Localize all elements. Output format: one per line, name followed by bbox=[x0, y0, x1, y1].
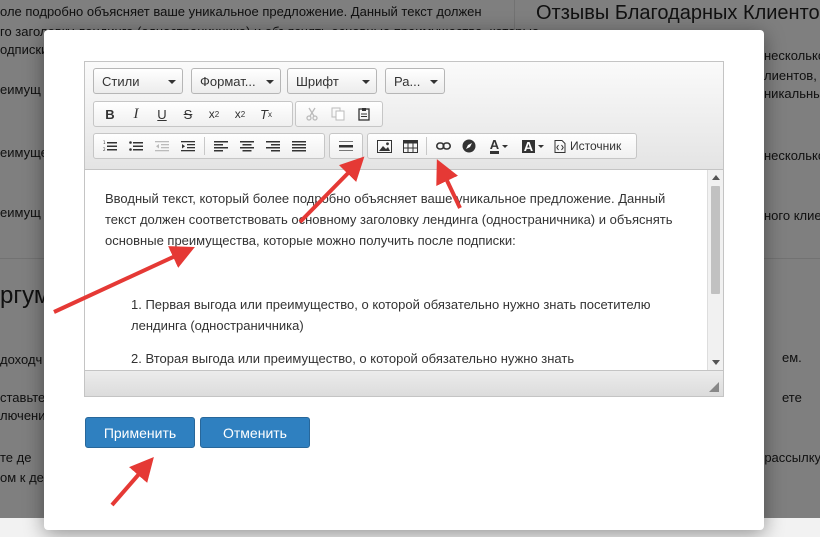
editor-content-area[interactable]: Вводный текст, который более подробно об… bbox=[85, 170, 707, 370]
text-color-button[interactable]: A bbox=[482, 135, 516, 157]
insert-link-button[interactable] bbox=[430, 135, 456, 157]
numbered-list-icon: 12 bbox=[103, 140, 117, 152]
styles-combo[interactable]: Стили bbox=[93, 68, 183, 94]
bold-button[interactable]: B bbox=[97, 103, 123, 125]
bullet-list-icon bbox=[129, 141, 143, 151]
format-combo-label: Формат... bbox=[200, 73, 256, 89]
copy-button[interactable] bbox=[325, 103, 351, 125]
font-combo[interactable]: Шрифт bbox=[287, 68, 377, 94]
horizontal-line-button[interactable] bbox=[333, 135, 359, 157]
styles-combo-label: Стили bbox=[102, 73, 140, 89]
text-color-icon: A bbox=[489, 136, 500, 154]
compass-icon bbox=[462, 139, 476, 153]
source-code-icon bbox=[554, 139, 566, 153]
justify-button[interactable] bbox=[286, 135, 312, 157]
svg-text:2: 2 bbox=[103, 147, 106, 152]
remove-format-button[interactable]: Tx bbox=[253, 103, 279, 125]
scroll-thumb[interactable] bbox=[711, 186, 720, 294]
scissors-icon bbox=[306, 107, 318, 121]
intro-paragraph: Вводный текст, который более подробно об… bbox=[105, 191, 673, 248]
justify-icon bbox=[292, 141, 306, 152]
align-center-icon bbox=[240, 141, 254, 152]
copy-icon bbox=[331, 107, 345, 121]
rich-text-editor: Стили Формат... Шрифт Ра... B I U S x2 x… bbox=[84, 61, 724, 397]
link-icon bbox=[435, 142, 451, 150]
align-right-icon bbox=[266, 141, 280, 152]
toolbar-separator bbox=[426, 137, 427, 155]
chevron-down-icon bbox=[266, 80, 274, 84]
horizontal-line-icon bbox=[339, 141, 353, 151]
resize-grip-icon[interactable] bbox=[709, 382, 719, 392]
source-button-label: Источник bbox=[570, 139, 622, 153]
underline-button[interactable]: U bbox=[149, 103, 175, 125]
align-left-button[interactable] bbox=[208, 135, 234, 157]
align-right-button[interactable] bbox=[260, 135, 286, 157]
format-combo[interactable]: Формат... bbox=[191, 68, 281, 94]
strikethrough-button[interactable]: S bbox=[175, 103, 201, 125]
font-combo-label: Шрифт bbox=[296, 73, 339, 89]
background-color-icon: A bbox=[521, 138, 536, 154]
paste-button[interactable] bbox=[351, 103, 377, 125]
basic-styles-group: B I U S x2 x2 Tx bbox=[93, 101, 293, 127]
editor-statusbar bbox=[85, 370, 723, 396]
toolbar-separator bbox=[204, 137, 205, 155]
source-button[interactable]: Источник bbox=[550, 135, 625, 157]
list-item: 2. Вторая выгода или преимущество, о кот… bbox=[131, 351, 575, 366]
anchor-button[interactable] bbox=[456, 135, 482, 157]
clipboard-icon bbox=[358, 108, 370, 121]
chevron-down-icon bbox=[168, 80, 176, 84]
indent-button[interactable] bbox=[175, 135, 201, 157]
editor-toolbar: Стили Формат... Шрифт Ра... B I U S x2 x… bbox=[85, 62, 723, 170]
size-combo[interactable]: Ра... bbox=[385, 68, 445, 94]
indent-icon bbox=[181, 141, 195, 152]
image-icon bbox=[376, 139, 392, 153]
scroll-down-arrow-icon[interactable] bbox=[712, 360, 720, 365]
subscript-button[interactable]: x2 bbox=[201, 103, 227, 125]
numbered-list-button[interactable]: 12 bbox=[97, 135, 123, 157]
chevron-down-icon bbox=[362, 80, 370, 84]
superscript-button[interactable]: x2 bbox=[227, 103, 253, 125]
hr-group bbox=[329, 133, 363, 159]
outdent-icon bbox=[155, 141, 169, 152]
editor-scrollbar[interactable] bbox=[707, 170, 723, 370]
insert-image-button[interactable] bbox=[371, 135, 397, 157]
clipboard-group bbox=[295, 101, 383, 127]
scroll-up-arrow-icon[interactable] bbox=[712, 175, 720, 180]
list-item: 1. Первая выгода или преимущество, о кот… bbox=[131, 297, 651, 333]
chevron-down-icon bbox=[430, 80, 438, 84]
chevron-down-icon bbox=[502, 144, 509, 148]
size-combo-label: Ра... bbox=[394, 73, 421, 89]
background-color-button[interactable]: A bbox=[516, 135, 550, 157]
insert-table-button[interactable] bbox=[397, 135, 423, 157]
cancel-button[interactable]: Отменить bbox=[200, 417, 310, 448]
apply-button[interactable]: Применить bbox=[85, 417, 195, 448]
paragraph-group: 12 bbox=[93, 133, 325, 159]
align-left-icon bbox=[214, 141, 228, 152]
outdent-button[interactable] bbox=[149, 135, 175, 157]
chevron-down-icon bbox=[538, 144, 545, 148]
cut-button[interactable] bbox=[299, 103, 325, 125]
svg-text:1: 1 bbox=[103, 140, 106, 145]
italic-button[interactable]: I bbox=[123, 103, 149, 125]
table-icon bbox=[402, 139, 418, 153]
insert-group: A A Источник bbox=[367, 133, 637, 159]
bullet-list-button[interactable] bbox=[123, 135, 149, 157]
align-center-button[interactable] bbox=[234, 135, 260, 157]
